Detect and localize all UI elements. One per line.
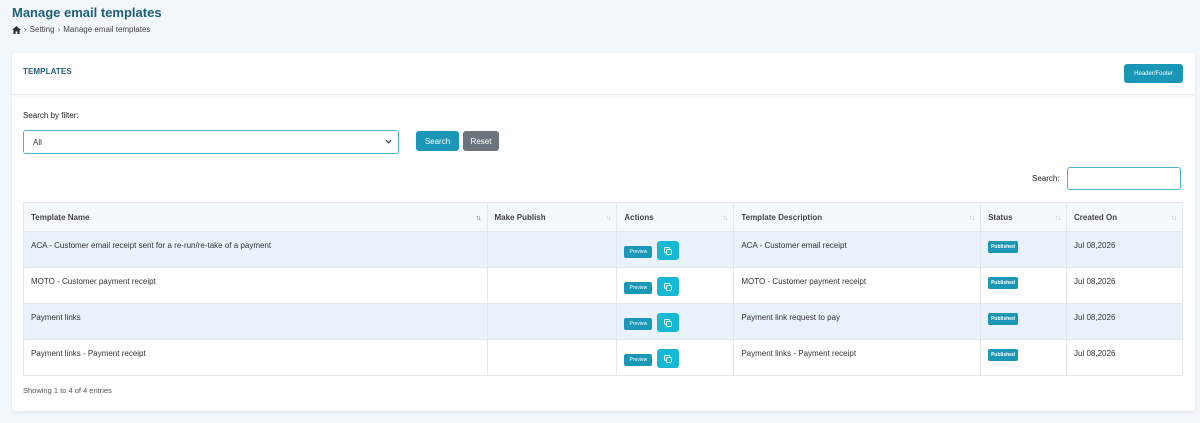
page-title: Manage email templates — [12, 5, 162, 20]
table-header-row: Template Name ↑↓ Make Publish ↑↓ Actions ↑↓… — [23, 202, 1183, 232]
sort-icon: ↑↓ — [1055, 215, 1061, 222]
breadcrumb-separator: › — [24, 25, 27, 34]
status-badge: Published — [988, 241, 1018, 253]
card-header: TEMPLATES Header/Footer — [12, 53, 1195, 95]
breadcrumb-item-setting[interactable]: Setting — [30, 25, 55, 34]
cell-status: Published — [980, 267, 1068, 304]
cell-created-on: Jul 08,2026 — [1066, 303, 1183, 340]
home-icon[interactable] — [12, 25, 21, 34]
table-row: Payment links - Payment receipt Preview … — [23, 339, 1183, 376]
table-search-label: Search: — [1032, 174, 1060, 183]
cell-created-on: Jul 08,2026 — [1066, 267, 1183, 304]
copy-icon — [664, 318, 673, 327]
breadcrumb: › Setting › Manage email templates — [12, 25, 150, 34]
copy-icon — [664, 354, 673, 363]
cell-make-publish — [486, 231, 618, 268]
column-header-make-publish[interactable]: Make Publish ↑↓ — [486, 202, 618, 232]
sort-icon: ↑↓ — [722, 215, 728, 222]
copy-button[interactable] — [657, 349, 680, 368]
cell-actions: Preview — [616, 231, 735, 268]
filter-select-value: All — [33, 137, 42, 147]
breadcrumb-separator: › — [57, 25, 61, 34]
cell-status: Published — [980, 339, 1068, 376]
cell-template-description: ACA - Customer email receipt — [733, 231, 982, 268]
table-search-input[interactable] — [1067, 167, 1181, 190]
table-row: MOTO - Customer payment receipt Preview … — [23, 267, 1183, 304]
cell-template-name: Payment links - Payment receipt — [23, 339, 488, 376]
breadcrumb-item-current: Manage email templates — [63, 25, 151, 34]
status-badge: Published — [988, 313, 1018, 325]
cell-actions: Preview — [616, 303, 735, 340]
cell-status: Published — [980, 231, 1068, 268]
sort-icon: ↑↓ — [969, 215, 975, 222]
cell-template-name: ACA - Customer email receipt sent for a … — [23, 231, 488, 268]
cell-template-name: MOTO - Customer payment receipt — [23, 267, 488, 304]
sort-icon: ↑↓ — [605, 215, 611, 222]
preview-button[interactable]: Preview — [624, 354, 653, 366]
cell-created-on: Jul 08,2026 — [1066, 339, 1183, 376]
table-row: Payment links Preview Payment link reque… — [23, 303, 1183, 340]
status-badge: Published — [988, 277, 1018, 289]
cell-make-publish — [486, 267, 618, 304]
table-info: Showing 1 to 4 of 4 entries — [23, 386, 112, 395]
column-header-created-on[interactable]: Created On ↑↓ — [1066, 202, 1183, 232]
cell-status: Published — [980, 303, 1068, 340]
cell-template-description: MOTO - Customer payment receipt — [733, 267, 982, 304]
cell-actions: Preview — [616, 267, 735, 304]
cell-actions: Preview — [616, 339, 735, 376]
preview-button[interactable]: Preview — [624, 246, 653, 258]
cell-make-publish — [486, 339, 618, 376]
cell-template-description: Payment links - Payment receipt — [733, 339, 982, 376]
cell-template-name: Payment links — [23, 303, 488, 340]
copy-button[interactable] — [657, 277, 680, 296]
copy-icon — [664, 246, 673, 255]
card-title: TEMPLATES — [23, 67, 72, 76]
status-badge: Published — [988, 349, 1018, 361]
copy-icon — [664, 282, 673, 291]
cell-make-publish — [486, 303, 618, 340]
filter-label: Search by filter: — [23, 111, 79, 120]
column-header-actions[interactable]: Actions ↑↓ — [616, 202, 735, 232]
column-header-status[interactable]: Status ↑↓ — [980, 202, 1068, 232]
preview-button[interactable]: Preview — [624, 318, 653, 330]
templates-card: TEMPLATES Header/Footer Search by filter… — [12, 53, 1195, 411]
search-button[interactable]: Search — [416, 131, 459, 151]
preview-button[interactable]: Preview — [624, 282, 653, 294]
cell-created-on: Jul 08,2026 — [1066, 231, 1183, 268]
table-row: ACA - Customer email receipt sent for a … — [23, 231, 1183, 268]
templates-table: Template Name ↑↓ Make Publish ↑↓ Actions ↑↓… — [23, 202, 1183, 376]
copy-button[interactable] — [657, 241, 680, 260]
reset-button[interactable]: Reset — [463, 131, 499, 151]
cell-template-description: Payment link request to pay — [733, 303, 982, 340]
chevron-down-icon — [385, 139, 392, 144]
column-header-template-description[interactable]: Template Description ↑↓ — [733, 202, 982, 232]
header-footer-button[interactable]: Header/Footer — [1124, 64, 1183, 83]
filter-select[interactable]: All — [23, 130, 399, 154]
copy-button[interactable] — [657, 313, 680, 332]
sort-icon: ↑↓ — [1171, 215, 1177, 222]
column-header-template-name[interactable]: Template Name ↑↓ — [23, 202, 488, 232]
sort-asc-icon: ↑↓ — [475, 215, 482, 222]
